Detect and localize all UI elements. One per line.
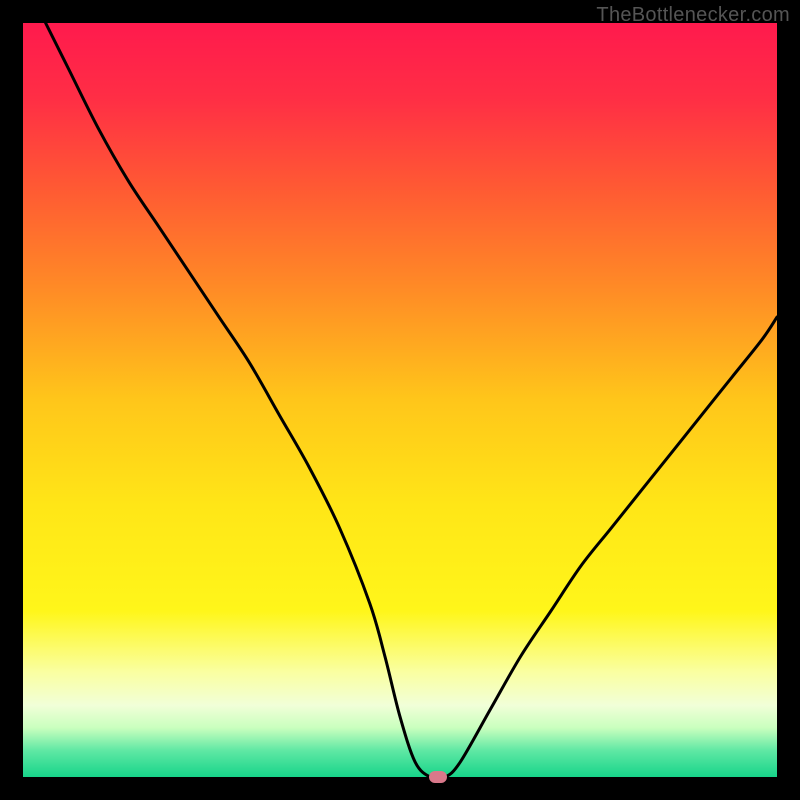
optimal-point-marker [429,771,447,783]
bottleneck-chart [23,23,777,777]
chart-background [23,23,777,777]
chart-stage: TheBottlenecker.com [0,0,800,800]
watermark-text: TheBottlenecker.com [596,4,790,27]
